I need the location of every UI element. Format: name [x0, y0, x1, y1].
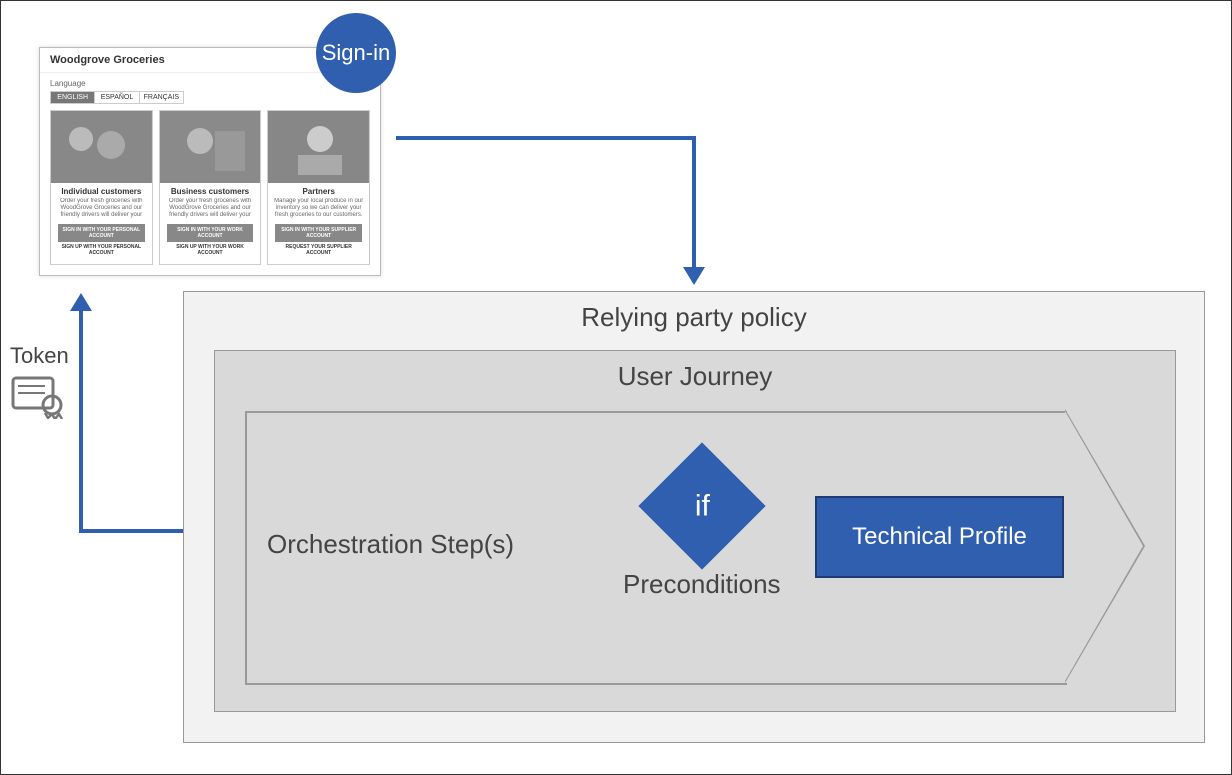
user-journey-title: User Journey	[215, 351, 1175, 392]
orchestration-label: Orchestration Step(s)	[267, 529, 514, 560]
token-block: Token	[10, 343, 70, 424]
website-cards: Individual customers Order your fresh gr…	[50, 110, 370, 265]
user-journey: User Journey Orchestration Step(s) if Pr…	[214, 350, 1176, 712]
if-diamond: if	[638, 442, 765, 569]
arrow-down-icon	[683, 267, 705, 285]
card-link: SIGN UP WITH YOUR WORK ACCOUNT	[165, 244, 256, 256]
arrow-policy-to-token	[79, 311, 83, 533]
card-image	[51, 111, 152, 183]
diagram-canvas: Woodgrove Groceries Language ENGLISH ESP…	[0, 0, 1232, 775]
journey-chevron: Orchestration Step(s) if Preconditions T…	[245, 411, 1145, 681]
chevron-head-fill	[1065, 411, 1143, 681]
language-tab: ENGLISH	[51, 92, 95, 103]
technical-profile-box: Technical Profile	[815, 496, 1064, 578]
if-label: if	[694, 489, 709, 523]
token-label: Token	[10, 343, 70, 369]
language-tab: FRANÇAIS	[140, 92, 183, 103]
card-image	[160, 111, 261, 183]
card-desc: Manage your local produce in our invento…	[273, 198, 364, 220]
arrow-signin-to-policy	[692, 136, 696, 269]
signin-badge: Sign-in	[316, 13, 396, 93]
card-link: SIGN UP WITH YOUR PERSONAL ACCOUNT	[56, 244, 147, 256]
website-card: Business customers Order your fresh groc…	[159, 110, 262, 265]
website-card: Individual customers Order your fresh gr…	[50, 110, 153, 265]
card-button: SIGN IN WITH YOUR PERSONAL ACCOUNT	[58, 224, 145, 242]
website-body: Language ENGLISH ESPAÑOL FRANÇAIS Indivi…	[40, 73, 380, 275]
signin-label: Sign-in	[322, 40, 390, 66]
card-title: Business customers	[165, 187, 256, 196]
technical-profile-label: Technical Profile	[852, 523, 1027, 551]
card-desc: Order your fresh groceries with WoodGrov…	[56, 198, 147, 220]
token-icon	[10, 373, 70, 419]
relying-party-policy: Relying party policy User Journey Orches…	[183, 291, 1205, 743]
arrow-policy-to-token	[79, 529, 183, 533]
card-title: Partners	[273, 187, 364, 196]
language-label: Language	[50, 79, 370, 88]
preconditions-block: if Preconditions	[623, 461, 781, 600]
card-desc: Order your fresh groceries with WoodGrov…	[165, 198, 256, 220]
card-title: Individual customers	[56, 187, 147, 196]
arrow-up-icon	[70, 293, 92, 311]
language-tabs: ENGLISH ESPAÑOL FRANÇAIS	[50, 91, 184, 104]
language-tab: ESPAÑOL	[95, 92, 139, 103]
card-button: SIGN IN WITH YOUR WORK ACCOUNT	[167, 224, 254, 242]
preconditions-label: Preconditions	[623, 569, 781, 600]
arrow-signin-to-policy	[396, 136, 696, 140]
card-image	[268, 111, 369, 183]
website-card: Partners Manage your local produce in ou…	[267, 110, 370, 265]
card-button: SIGN IN WITH YOUR SUPPLIER ACCOUNT	[275, 224, 362, 242]
card-link: REQUEST YOUR SUPPLIER ACCOUNT	[273, 244, 364, 256]
relying-party-title: Relying party policy	[184, 292, 1204, 333]
